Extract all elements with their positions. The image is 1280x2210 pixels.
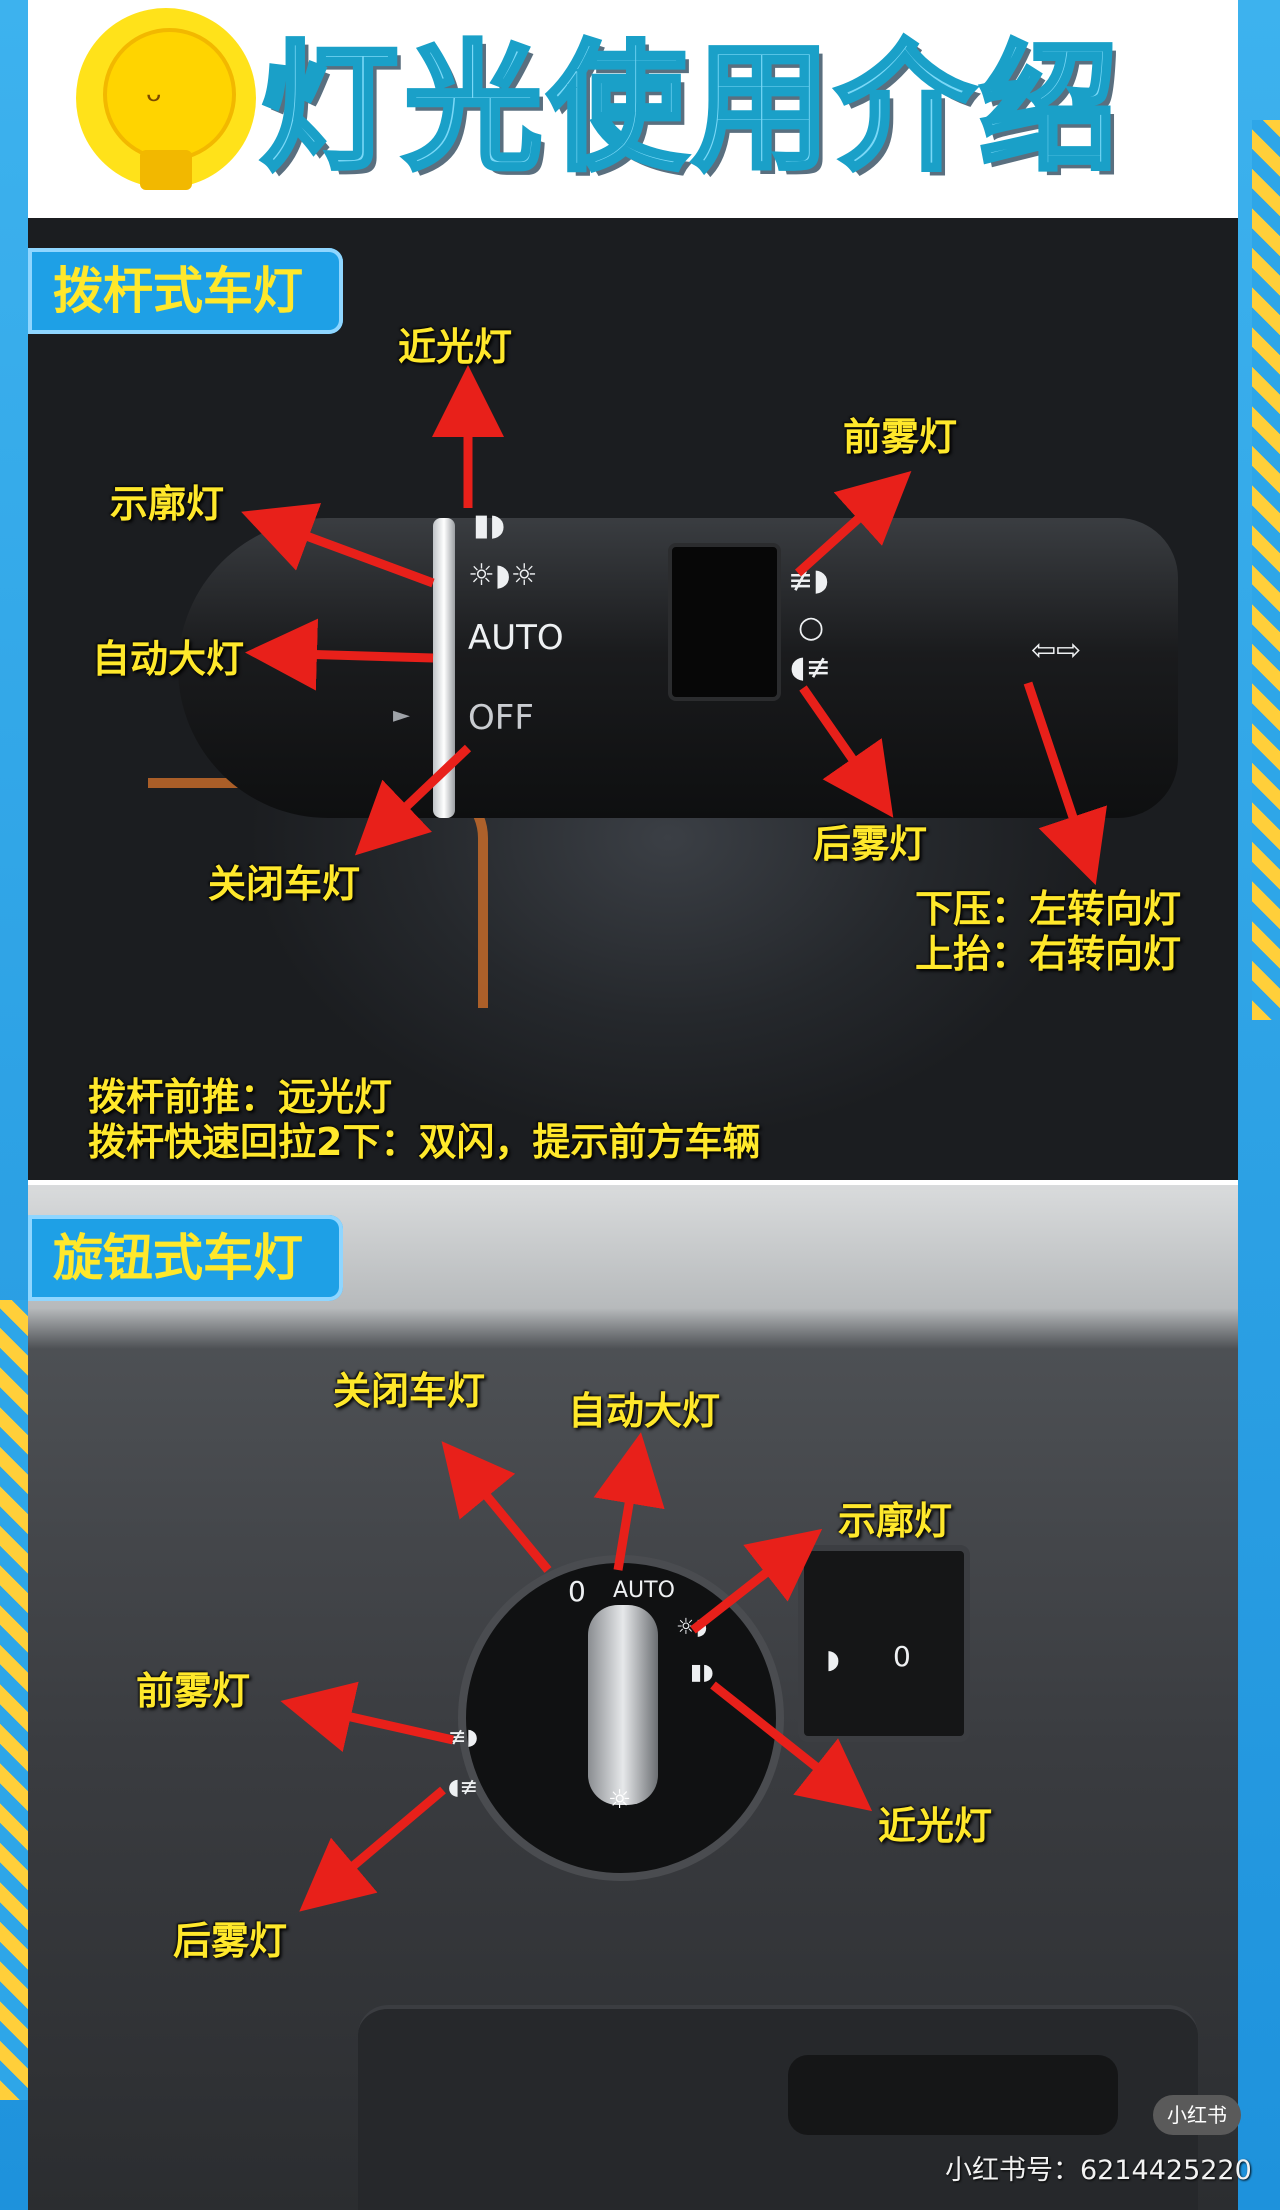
- stalk-arrows: [241, 365, 1107, 886]
- knob-photo: 0 AUTO ☼◗ ▮◗ ≢◗ ◖≢ ◗ 0 ☼ 旋钮式车灯 关闭车灯 自动大灯…: [28, 1185, 1238, 2210]
- lightbulb-glass: [103, 28, 236, 161]
- lightbulb-base: [140, 150, 192, 190]
- decorative-stripe: [1252, 120, 1280, 1020]
- header: ᵕ 灯光使用介绍: [28, 0, 1238, 215]
- arrow-knob-front-fog: [280, 1681, 454, 1753]
- arrow-front-fog: [794, 470, 912, 577]
- watermark-badge: 小红书: [1153, 2095, 1241, 2135]
- watermark-id: 小红书号：6214425220: [945, 2155, 1252, 2186]
- arrow-knob-lights-off: [441, 1441, 552, 1573]
- arrow-knob-position-lamp: [690, 1528, 823, 1634]
- arrow-position-lamp: [241, 503, 435, 588]
- lightbulb-face-icon: ᵕ: [146, 78, 163, 124]
- arrow-knob-rear-fog: [299, 1786, 446, 1912]
- arrow-lights-off: [354, 744, 472, 856]
- arrow-turn-signal: [1023, 681, 1107, 886]
- knob-arrows: [280, 1432, 873, 1912]
- arrow-knob-auto-headlight: [593, 1432, 665, 1571]
- arrow-auto-headlight: [245, 618, 434, 691]
- arrow-knob-low-beam: [710, 1681, 873, 1812]
- page-title: 灯光使用介绍: [257, 28, 1125, 189]
- stalk-photo: ▮◗ ☼◗☼ AUTO OFF ≢◗ ○ ◖≢ ⇦⇨ ► 拨杆式车灯 近光灯 示…: [28, 218, 1238, 1180]
- arrow-rear-fog: [799, 685, 894, 818]
- decorative-stripe: [0, 1300, 28, 2100]
